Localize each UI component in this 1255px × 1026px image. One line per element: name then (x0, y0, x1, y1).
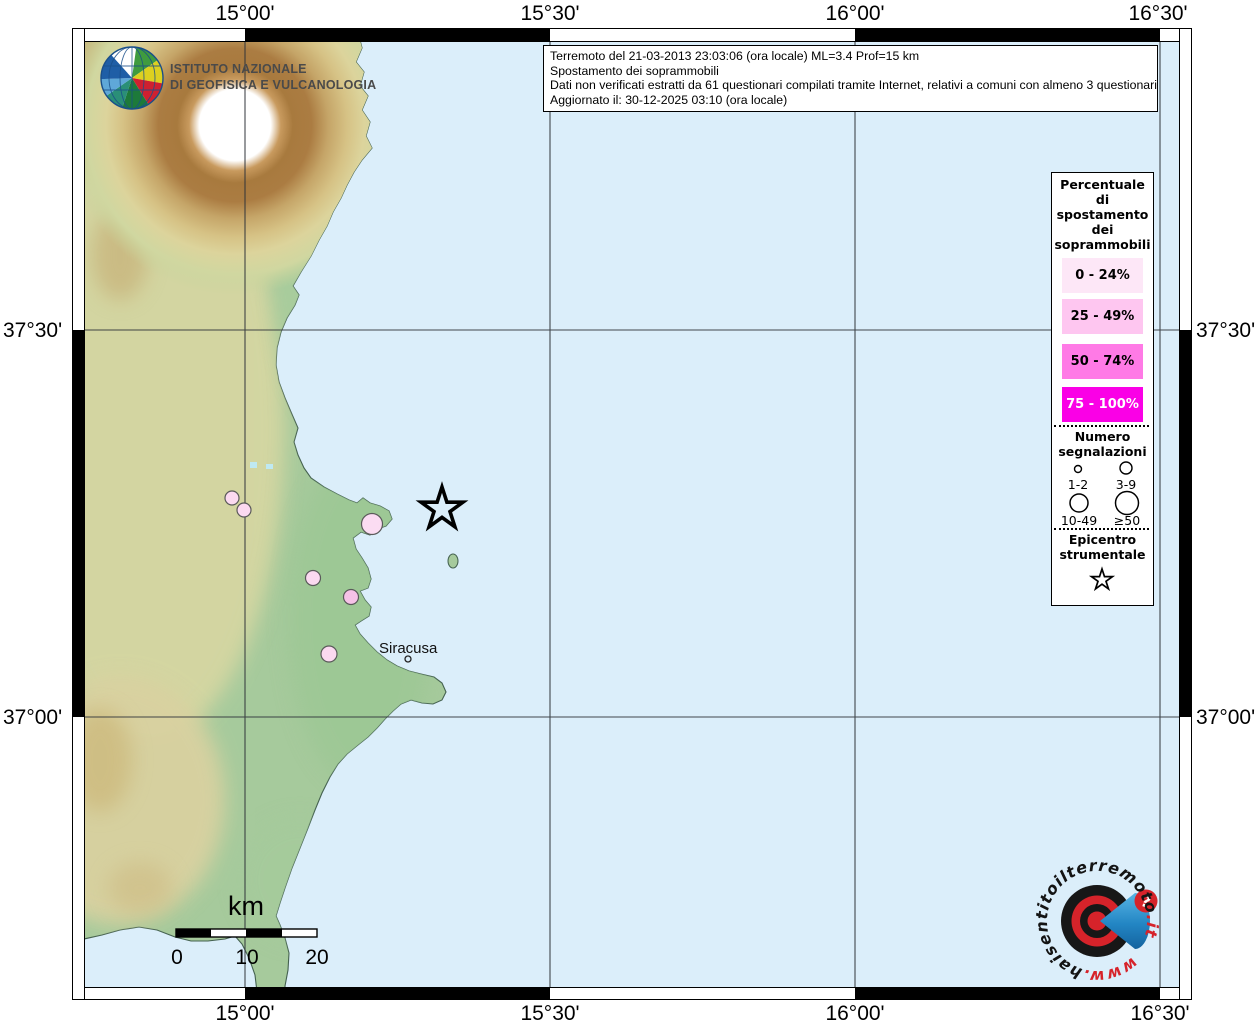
observation-dot (362, 514, 383, 535)
signal-label-10-49: 10-49 (1061, 513, 1097, 528)
signal-size-key: 1-2 3-9 10-49 ≥50 (1052, 461, 1153, 529)
legend-class-0-24: 0 - 24% (1062, 258, 1143, 293)
legend-title-line: di (1052, 192, 1153, 207)
axis-label-left-2: 37°00' (3, 706, 62, 730)
signals-title-line2: segnalazioni (1052, 444, 1153, 459)
axis-label-bottom-1: 15°00' (215, 1002, 274, 1026)
axis-label-top-3: 16°00' (825, 2, 884, 26)
screenshot-root: { "info_box": { "lines": [ "Terremoto de… (0, 0, 1255, 1024)
epicenter-star-icon (1092, 569, 1113, 589)
signal-label-1-2: 1-2 (1068, 477, 1088, 492)
legend-title-line: dei (1052, 222, 1153, 237)
ingv-globe-icon (101, 47, 163, 109)
legend-class-75-100: 75 - 100% (1062, 387, 1143, 422)
legend-title-line: Percentuale (1052, 177, 1153, 192)
signal-circle-10-49 (1070, 494, 1088, 512)
axis-label-right-1: 37°30' (1196, 319, 1255, 343)
scale-bar (176, 929, 317, 937)
legend-title-line: spostamento (1052, 207, 1153, 222)
scale-tick-20: 20 (305, 946, 328, 970)
signal-circle-1-2 (1075, 466, 1082, 473)
axis-label-right-2: 37°00' (1196, 706, 1255, 730)
epicenter-key (1088, 565, 1116, 595)
signal-circle-50 (1116, 492, 1139, 515)
epicenter-title-line2: strumentale (1052, 547, 1153, 562)
axis-label-top-4: 16°30' (1128, 2, 1187, 26)
observation-dot (321, 646, 337, 662)
small-island (448, 554, 458, 568)
scale-tick-10: 10 (235, 946, 258, 970)
axis-label-top-2: 15°30' (520, 2, 579, 26)
legend-separator (1054, 425, 1149, 427)
ingv-name-line1: ISTITUTO NAZIONALE (170, 61, 376, 77)
axis-label-left-1: 37°30' (3, 319, 62, 343)
signals-title-line1: Numero (1052, 429, 1153, 444)
signal-label-3-9: 3-9 (1116, 477, 1136, 492)
info-line-effect: Spostamento dei soprammobili (550, 64, 1151, 79)
observation-dot (225, 491, 239, 505)
observation-dot (344, 590, 359, 605)
signal-label-50: ≥50 (1114, 513, 1140, 528)
city-label-siracusa: Siracusa (379, 640, 437, 657)
legend-title-line: soprammobili (1052, 237, 1153, 252)
signal-circle-3-9 (1120, 462, 1132, 474)
legend-separator (1054, 528, 1149, 530)
info-line-event: Terremoto del 21-03-2013 23:03:06 (ora l… (550, 49, 1151, 64)
info-line-updated: Aggiornato il: 30-12-2025 03:10 (ora loc… (550, 93, 1151, 108)
ingv-logo-text: ISTITUTO NAZIONALE DI GEOFISICA E VULCAN… (170, 61, 376, 93)
observation-dot (237, 503, 251, 517)
info-line-source: Dati non verificati estratti da 61 quest… (550, 78, 1151, 93)
epicenter-title-line1: Epicentro (1052, 532, 1153, 547)
earthquake-info-box: Terremoto del 21-03-2013 23:03:06 (ora l… (543, 45, 1158, 112)
scale-unit-label: km (228, 891, 264, 922)
axis-label-bottom-2: 15°30' (520, 1002, 579, 1026)
legend: Percentuale di spostamento dei soprammob… (1051, 172, 1154, 606)
axis-label-bottom-3: 16°00' (825, 1002, 884, 1026)
axis-label-top-1: 15°00' (215, 2, 274, 26)
legend-class-25-49: 25 - 49% (1062, 299, 1143, 334)
axis-label-bottom-4: 16°30' (1130, 1002, 1189, 1026)
scale-tick-0: 0 (171, 946, 183, 970)
observation-dot (306, 571, 321, 586)
legend-class-50-74: 50 - 74% (1062, 344, 1143, 379)
ingv-name-line2: DI GEOFISICA E VULCANOLOGIA (170, 77, 376, 93)
